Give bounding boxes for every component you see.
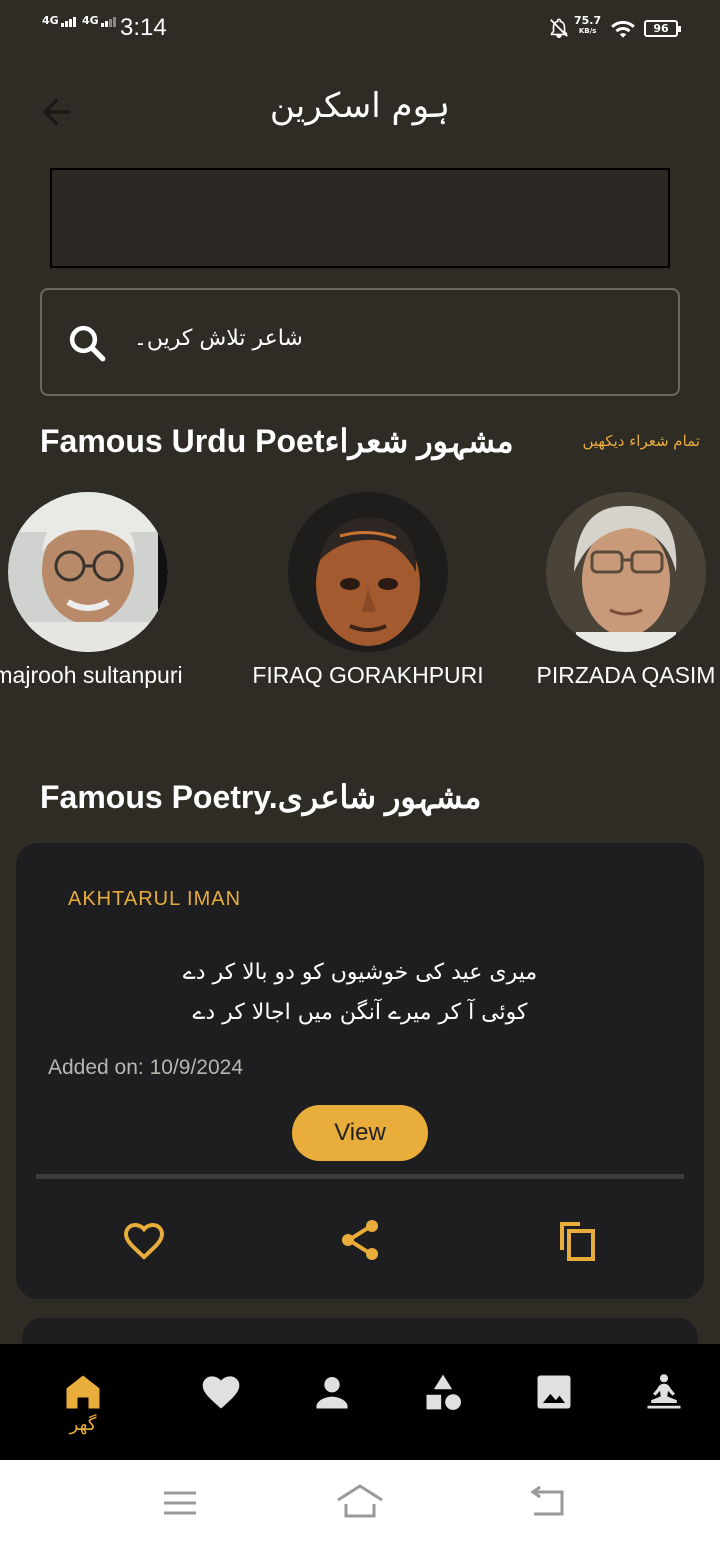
card-divider xyxy=(36,1174,684,1179)
poet-name: PIRZADA QASIM xyxy=(536,662,716,688)
heart-outline-icon[interactable] xyxy=(120,1216,168,1264)
search-placeholder: شاعر تلاش کریں۔ xyxy=(134,326,303,351)
poet-avatar xyxy=(546,492,706,652)
search-icon xyxy=(69,325,106,362)
famous-poets-heading: Famous Urdu Poetمشہور شعراء xyxy=(40,423,514,459)
net-speed-unit: KB/s xyxy=(578,27,597,35)
share-icon[interactable] xyxy=(336,1216,384,1264)
nav-label-home: گھر xyxy=(69,1414,97,1435)
poet-item[interactable]: FIRAQ GORAKHPURI xyxy=(238,492,498,689)
battery-indicator: 96 xyxy=(644,20,681,37)
famous-poetry-heading: Famous Poetry.مشہور شاعری xyxy=(40,779,482,815)
signal-indicator-1: 4G xyxy=(42,14,77,27)
signal-label: 4G xyxy=(82,14,99,27)
image-icon xyxy=(537,1375,571,1409)
signal-label: 4G xyxy=(42,14,59,27)
notifications-off-icon xyxy=(550,18,568,38)
home-icon xyxy=(66,1375,100,1409)
added-date: Added on: 10/9/2024 xyxy=(48,1056,244,1079)
system-navigation-bar xyxy=(0,1460,720,1544)
signal-indicator-2: 4G xyxy=(82,14,117,27)
nav-item-home[interactable]: گھر xyxy=(53,1370,113,1435)
poet-name: majrooh sultanpuri xyxy=(0,662,183,688)
poetry-verse-line: کوئی آ کر میرے آنگن میں اجالا کر دے xyxy=(192,1000,528,1025)
category-icon xyxy=(426,1374,461,1410)
system-home-icon[interactable] xyxy=(334,1482,386,1520)
nav-item-categories[interactable] xyxy=(413,1370,473,1418)
poetry-verse-line: میری عید کی خوشیوں کو دو بالا کر دے xyxy=(182,960,538,985)
see-all-poets-link[interactable]: تمام شعراء دیکھیں xyxy=(560,432,700,450)
poet-name: FIRAQ GORAKHPURI xyxy=(252,662,484,688)
person-icon xyxy=(316,1376,348,1409)
view-button[interactable]: View xyxy=(292,1105,428,1161)
poet-item[interactable]: PIRZADA QASIM xyxy=(496,492,720,689)
network-speed: 75.7 KB/s xyxy=(574,15,601,36)
copy-icon[interactable] xyxy=(552,1216,600,1264)
status-bar: 4G 4G 3:14 75.7 KB/s 96 xyxy=(0,0,720,58)
heart-icon xyxy=(202,1376,240,1409)
nav-item-meditation[interactable] xyxy=(634,1370,694,1418)
nav-item-poets[interactable] xyxy=(302,1370,362,1418)
wifi-icon xyxy=(611,20,635,38)
page-title: ہوم اسکرین xyxy=(269,86,451,126)
nav-item-images[interactable] xyxy=(524,1370,584,1418)
poetry-author: AKHTARUL IMAN xyxy=(68,888,242,910)
poet-avatar xyxy=(8,492,168,652)
meditation-icon xyxy=(647,1374,681,1409)
clock: 3:14 xyxy=(120,14,167,41)
system-back-icon[interactable] xyxy=(528,1486,568,1518)
nav-item-favorites[interactable] xyxy=(191,1370,251,1418)
poet-item[interactable]: majrooh sultanpuri xyxy=(0,492,218,689)
back-arrow-icon[interactable] xyxy=(36,92,76,132)
recent-apps-icon[interactable] xyxy=(160,1488,200,1518)
banner-ad-placeholder xyxy=(50,168,670,268)
poet-avatar xyxy=(288,492,448,652)
